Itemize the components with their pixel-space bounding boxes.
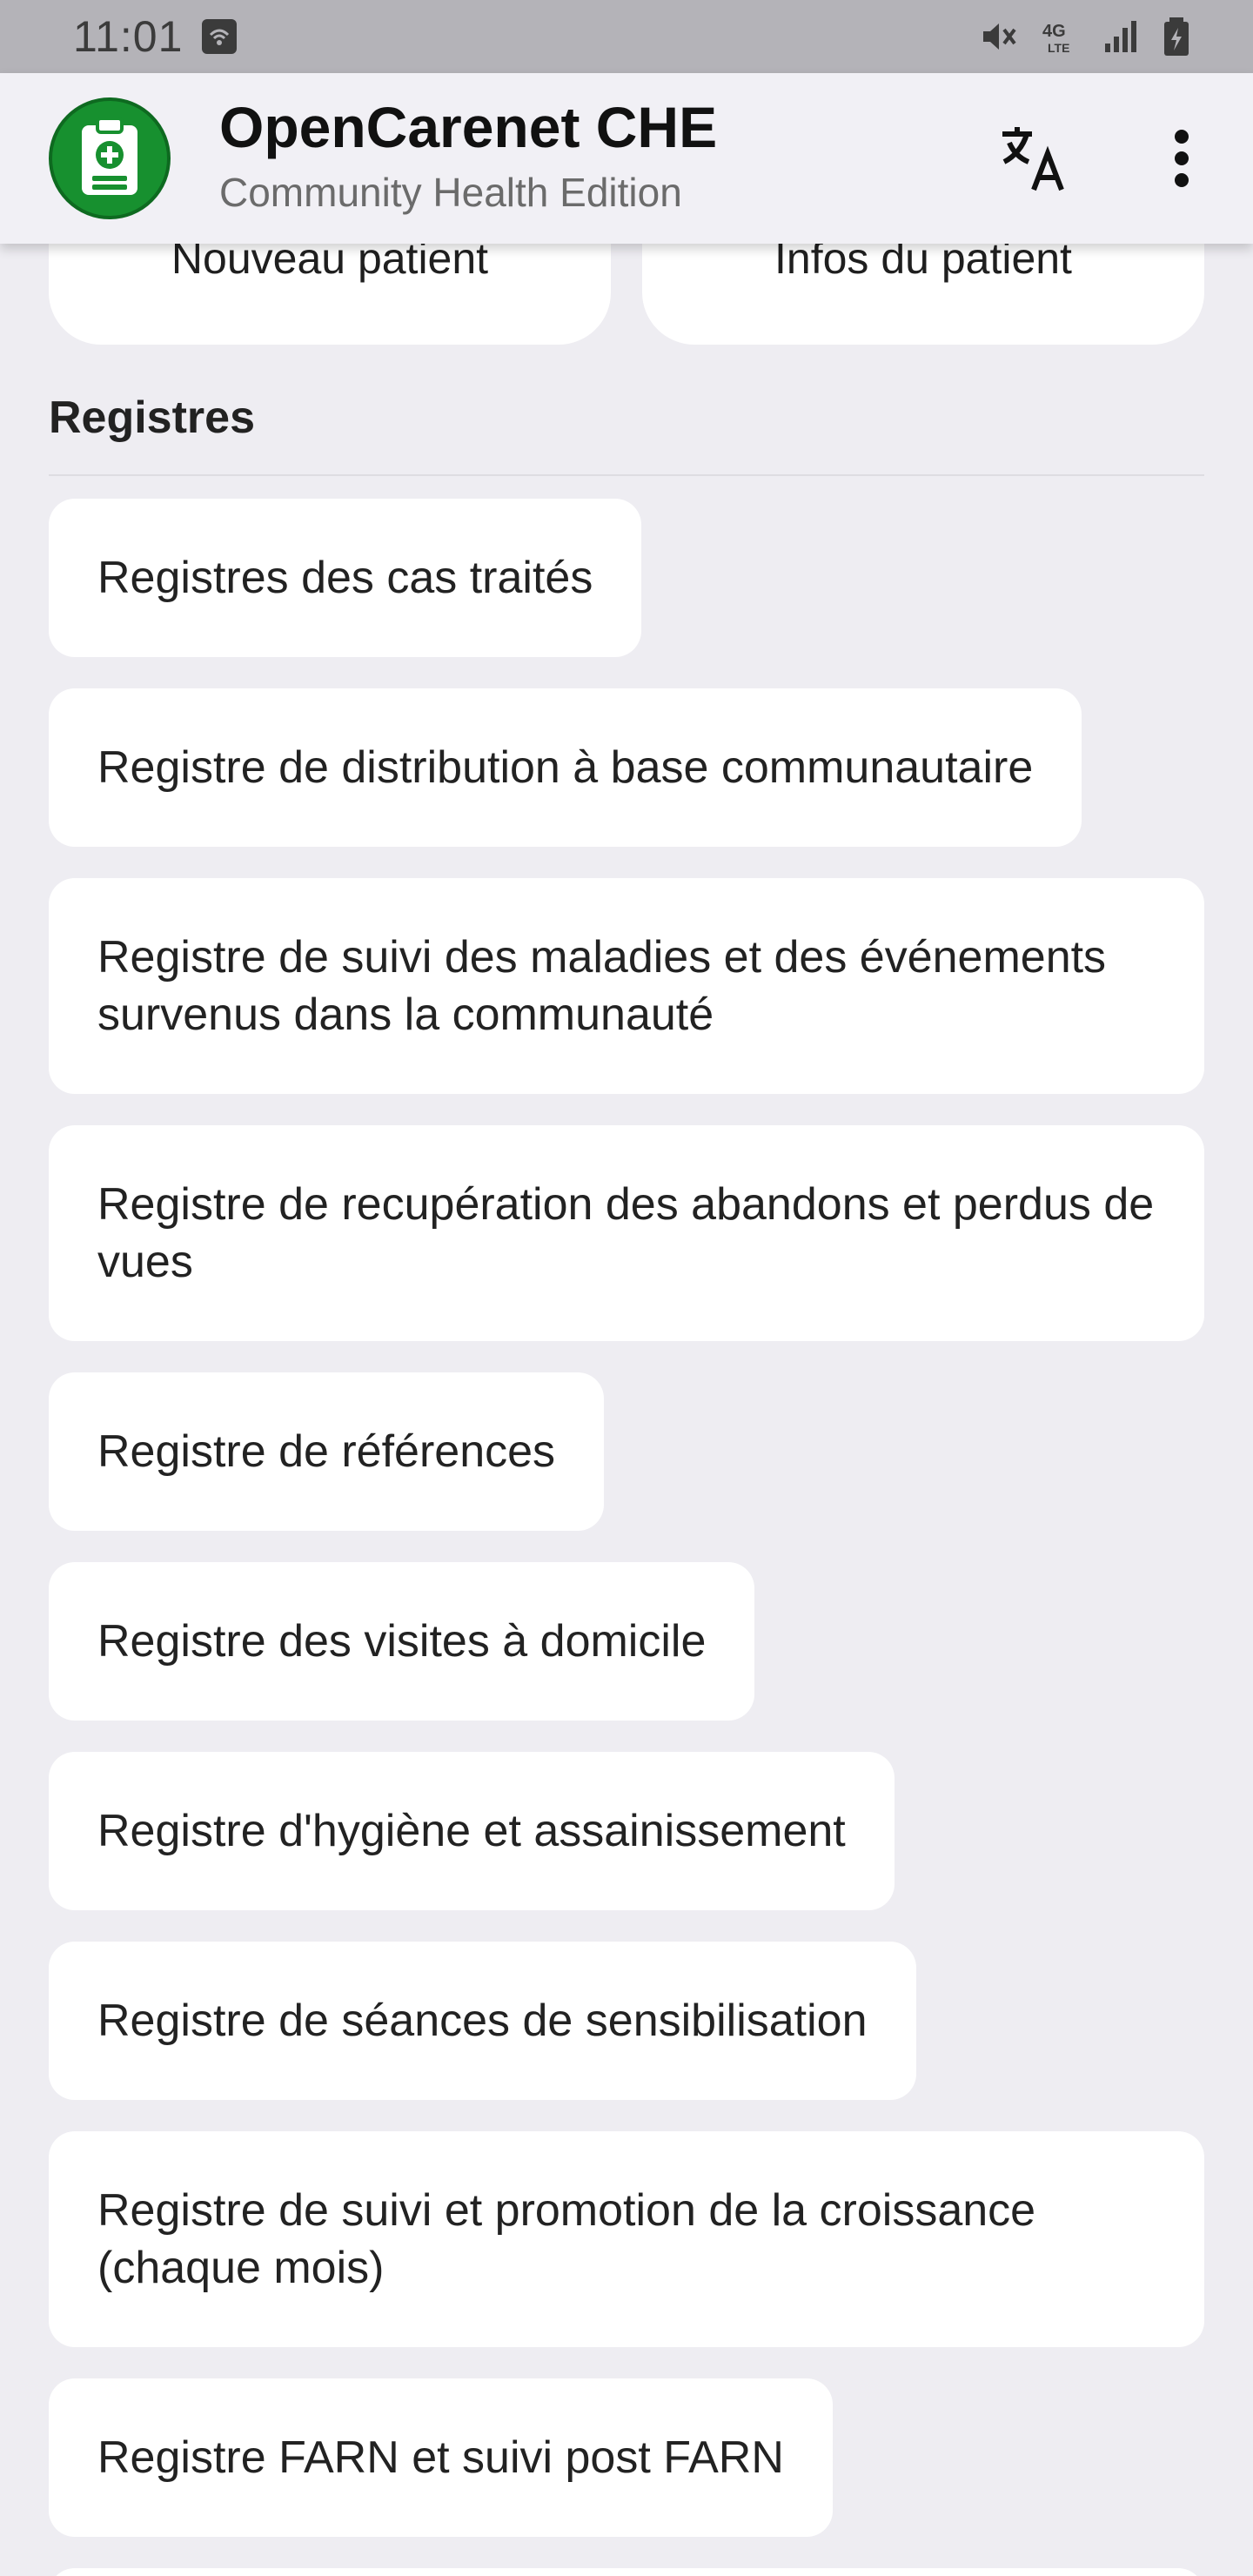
status-icons: 4G LTE (978, 16, 1192, 57)
more-vert-icon (1175, 130, 1189, 187)
section-title-registres: Registres (49, 392, 255, 443)
patient-info-button[interactable]: Infos du patient (642, 244, 1204, 345)
registre-item[interactable]: Registre de recupération des abandons et… (49, 1125, 1204, 1341)
signal-icon (1105, 21, 1136, 52)
svg-text:LTE: LTE (1048, 41, 1069, 55)
notification-icon (202, 19, 238, 54)
registre-item[interactable]: Registre de distribution à base communau… (49, 688, 1082, 847)
section-divider (49, 474, 1204, 476)
more-options-button[interactable] (1140, 117, 1223, 200)
battery-icon (1164, 17, 1189, 56)
app-title: OpenCarenet CHE (219, 95, 718, 159)
registre-item[interactable]: Registres des cas traités (49, 499, 642, 657)
svg-text:4G: 4G (1042, 22, 1066, 41)
patient-actions: Nouveau patient Infos du patient (49, 244, 1204, 345)
status-bar: 11:01 4G LTE (0, 0, 1253, 73)
new-patient-button[interactable]: Nouveau patient (49, 244, 611, 345)
status-time: 11:01 (73, 12, 184, 61)
registre-item-partial[interactable] (49, 2568, 1204, 2576)
registre-item[interactable]: Registre d'hygiène et assainissement (49, 1752, 895, 1910)
registres-list: Registres des cas traités Registre de di… (49, 499, 1204, 2576)
clipboard-medical-icon (49, 97, 171, 219)
registre-item[interactable]: Registre de références (49, 1372, 605, 1531)
app-subtitle: Community Health Edition (219, 170, 682, 215)
registre-item[interactable]: Registre des visites à domicile (49, 1562, 755, 1721)
registre-item[interactable]: Registre de séances de sensibilisation (49, 1942, 916, 2100)
mute-icon (983, 23, 1016, 50)
app-bar: OpenCarenet CHE Community Health Edition (0, 73, 1253, 244)
translate-button[interactable] (992, 117, 1075, 200)
registre-item[interactable]: Registre de suivi des maladies et des év… (49, 878, 1204, 1094)
lte-icon: 4GLTE (1042, 22, 1069, 55)
main-content[interactable]: Nouveau patient Infos du patient Registr… (0, 244, 1253, 2576)
registre-item[interactable]: Registre de suivi et promotion de la cro… (49, 2131, 1204, 2347)
translate-icon (1002, 127, 1064, 191)
registre-item[interactable]: Registre FARN et suivi post FARN (49, 2378, 833, 2537)
